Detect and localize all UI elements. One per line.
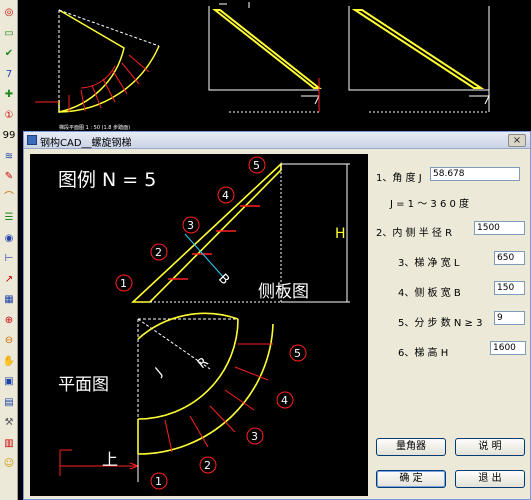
plan-step-number: 3 <box>251 430 258 443</box>
graph-icon[interactable]: ↗ <box>2 273 16 287</box>
height-dimension-label: H <box>335 226 346 242</box>
angle-input[interactable]: 58.678 <box>430 167 520 181</box>
net-width-label: 3、梯 净 宽 L <box>398 258 460 269</box>
help-button[interactable]: 说 明 <box>455 438 525 456</box>
plan-step-number: 1 <box>155 475 162 488</box>
width-dimension-label: B <box>215 271 232 288</box>
steps-label: 5、分 步 数 N ≥ 3 <box>398 318 483 329</box>
plan-view: J R 平面图 上 <box>58 312 274 482</box>
eye-icon[interactable]: ◉ <box>2 232 16 246</box>
bg-side-plate-2 <box>348 6 490 113</box>
side-plate-width-label: 4、侧 板 宽 B <box>398 288 461 299</box>
pencil-icon[interactable]: ✎ <box>2 170 16 184</box>
legend-title: 图例 N = 5 <box>58 169 156 191</box>
height-field-label: 6、梯 高 H <box>398 348 449 359</box>
plan-step-number: 4 <box>281 394 288 407</box>
angle-field-label: 1、角 度 J <box>376 173 422 184</box>
zoom-out-icon[interactable]: ⊖ <box>2 334 16 348</box>
plus-icon[interactable]: ✚ <box>2 88 16 102</box>
inner-radius-label: 2、内 侧 半 径 R <box>376 228 453 239</box>
side-step-number: 2 <box>155 246 162 259</box>
document-icon[interactable]: ▤ <box>2 396 16 410</box>
protractor-button[interactable]: 量角器 <box>376 438 446 456</box>
plan-view-label: 平面图 <box>58 375 109 395</box>
app-icon <box>27 135 37 145</box>
smiley-icon[interactable]: ☺ <box>2 457 16 471</box>
bg-spiral-plan <box>35 9 160 113</box>
hand-icon[interactable]: ✋ <box>2 355 16 369</box>
net-width-input[interactable]: 650 <box>494 251 525 265</box>
radius-label: R <box>195 355 212 372</box>
number-99-icon[interactable]: 99 <box>2 129 16 143</box>
window-icon[interactable]: ▣ <box>2 375 16 389</box>
target-icon[interactable]: ◎ <box>2 6 16 20</box>
dialog-titlebar[interactable]: 钢构CAD__螺旋钢梯 × <box>24 132 530 149</box>
number-1-circle-icon[interactable]: ① <box>2 109 16 123</box>
green-rect-icon[interactable]: ▭ <box>2 27 16 41</box>
side-step-number: 4 <box>222 189 229 202</box>
number-7-icon[interactable]: 7 <box>2 68 16 82</box>
zoom-in-icon[interactable]: ⊕ <box>2 314 16 328</box>
side-plate-width-input[interactable]: 150 <box>494 281 525 295</box>
side-view-label: 侧板图 <box>258 282 309 302</box>
grid-icon[interactable]: ▦ <box>2 293 16 307</box>
angle-label: J <box>152 365 165 380</box>
angle-range-hint: J = 1 ～ 3 6 0 度 <box>390 199 470 210</box>
left-toolbar: ◎ ▭ ✔ 7 ✚ ① 99 ≋ ✎ ⌒ ☰ ◉ ⊢ ↗ ▦ ⊕ ⊖ ✋ ▣ ▤ ⚒ ▥ ☺ <box>0 0 18 500</box>
book-icon[interactable]: ▥ <box>2 437 16 451</box>
layers-icon[interactable]: ≋ <box>2 150 16 164</box>
checkmark-icon[interactable]: ✔ <box>2 47 16 61</box>
side-step-number: 5 <box>253 159 260 172</box>
example-diagram: 图例 N = 5 H B 侧板图 1 2 3 4 5 J R 平面图 上 1 2… <box>30 154 368 496</box>
plan-step-markers: 1 2 3 4 5 <box>150 344 307 490</box>
ok-button[interactable]: 确 定 <box>376 470 446 488</box>
height-input[interactable]: 1600 <box>490 341 526 355</box>
inner-radius-input[interactable]: 1500 <box>474 221 525 235</box>
bg-side-plate-1 <box>208 2 322 113</box>
plan-step-number: 2 <box>204 459 211 472</box>
dialog-title: 钢构CAD__螺旋钢梯 <box>40 138 132 149</box>
side-step-number: 1 <box>120 277 127 290</box>
side-step-number: 3 <box>187 219 194 232</box>
plan-step-number: 5 <box>294 347 301 360</box>
curve-icon[interactable]: ⌒ <box>2 191 16 205</box>
measure-icon[interactable]: ⊢ <box>2 252 16 266</box>
exit-button[interactable]: 退 出 <box>455 470 525 488</box>
steps-input[interactable]: 9 <box>494 311 525 325</box>
wrench-icon[interactable]: ⚒ <box>2 416 16 430</box>
cad-background-drawing: 梯段平面图 1 : 50 (1.8 步踏面) <box>19 0 531 132</box>
close-button[interactable]: × <box>508 134 526 147</box>
bg-status-text: 梯段平面图 1 : 50 (1.8 步踏面) <box>59 124 130 131</box>
side-view: H B 侧板图 <box>130 162 350 303</box>
spiral-stair-dialog: 钢构CAD__螺旋钢梯 × 图例 N = 5 H B 侧板图 1 2 3 4 5 <box>23 131 531 500</box>
up-direction-label: 上 <box>102 450 118 469</box>
list-icon[interactable]: ☰ <box>2 211 16 225</box>
